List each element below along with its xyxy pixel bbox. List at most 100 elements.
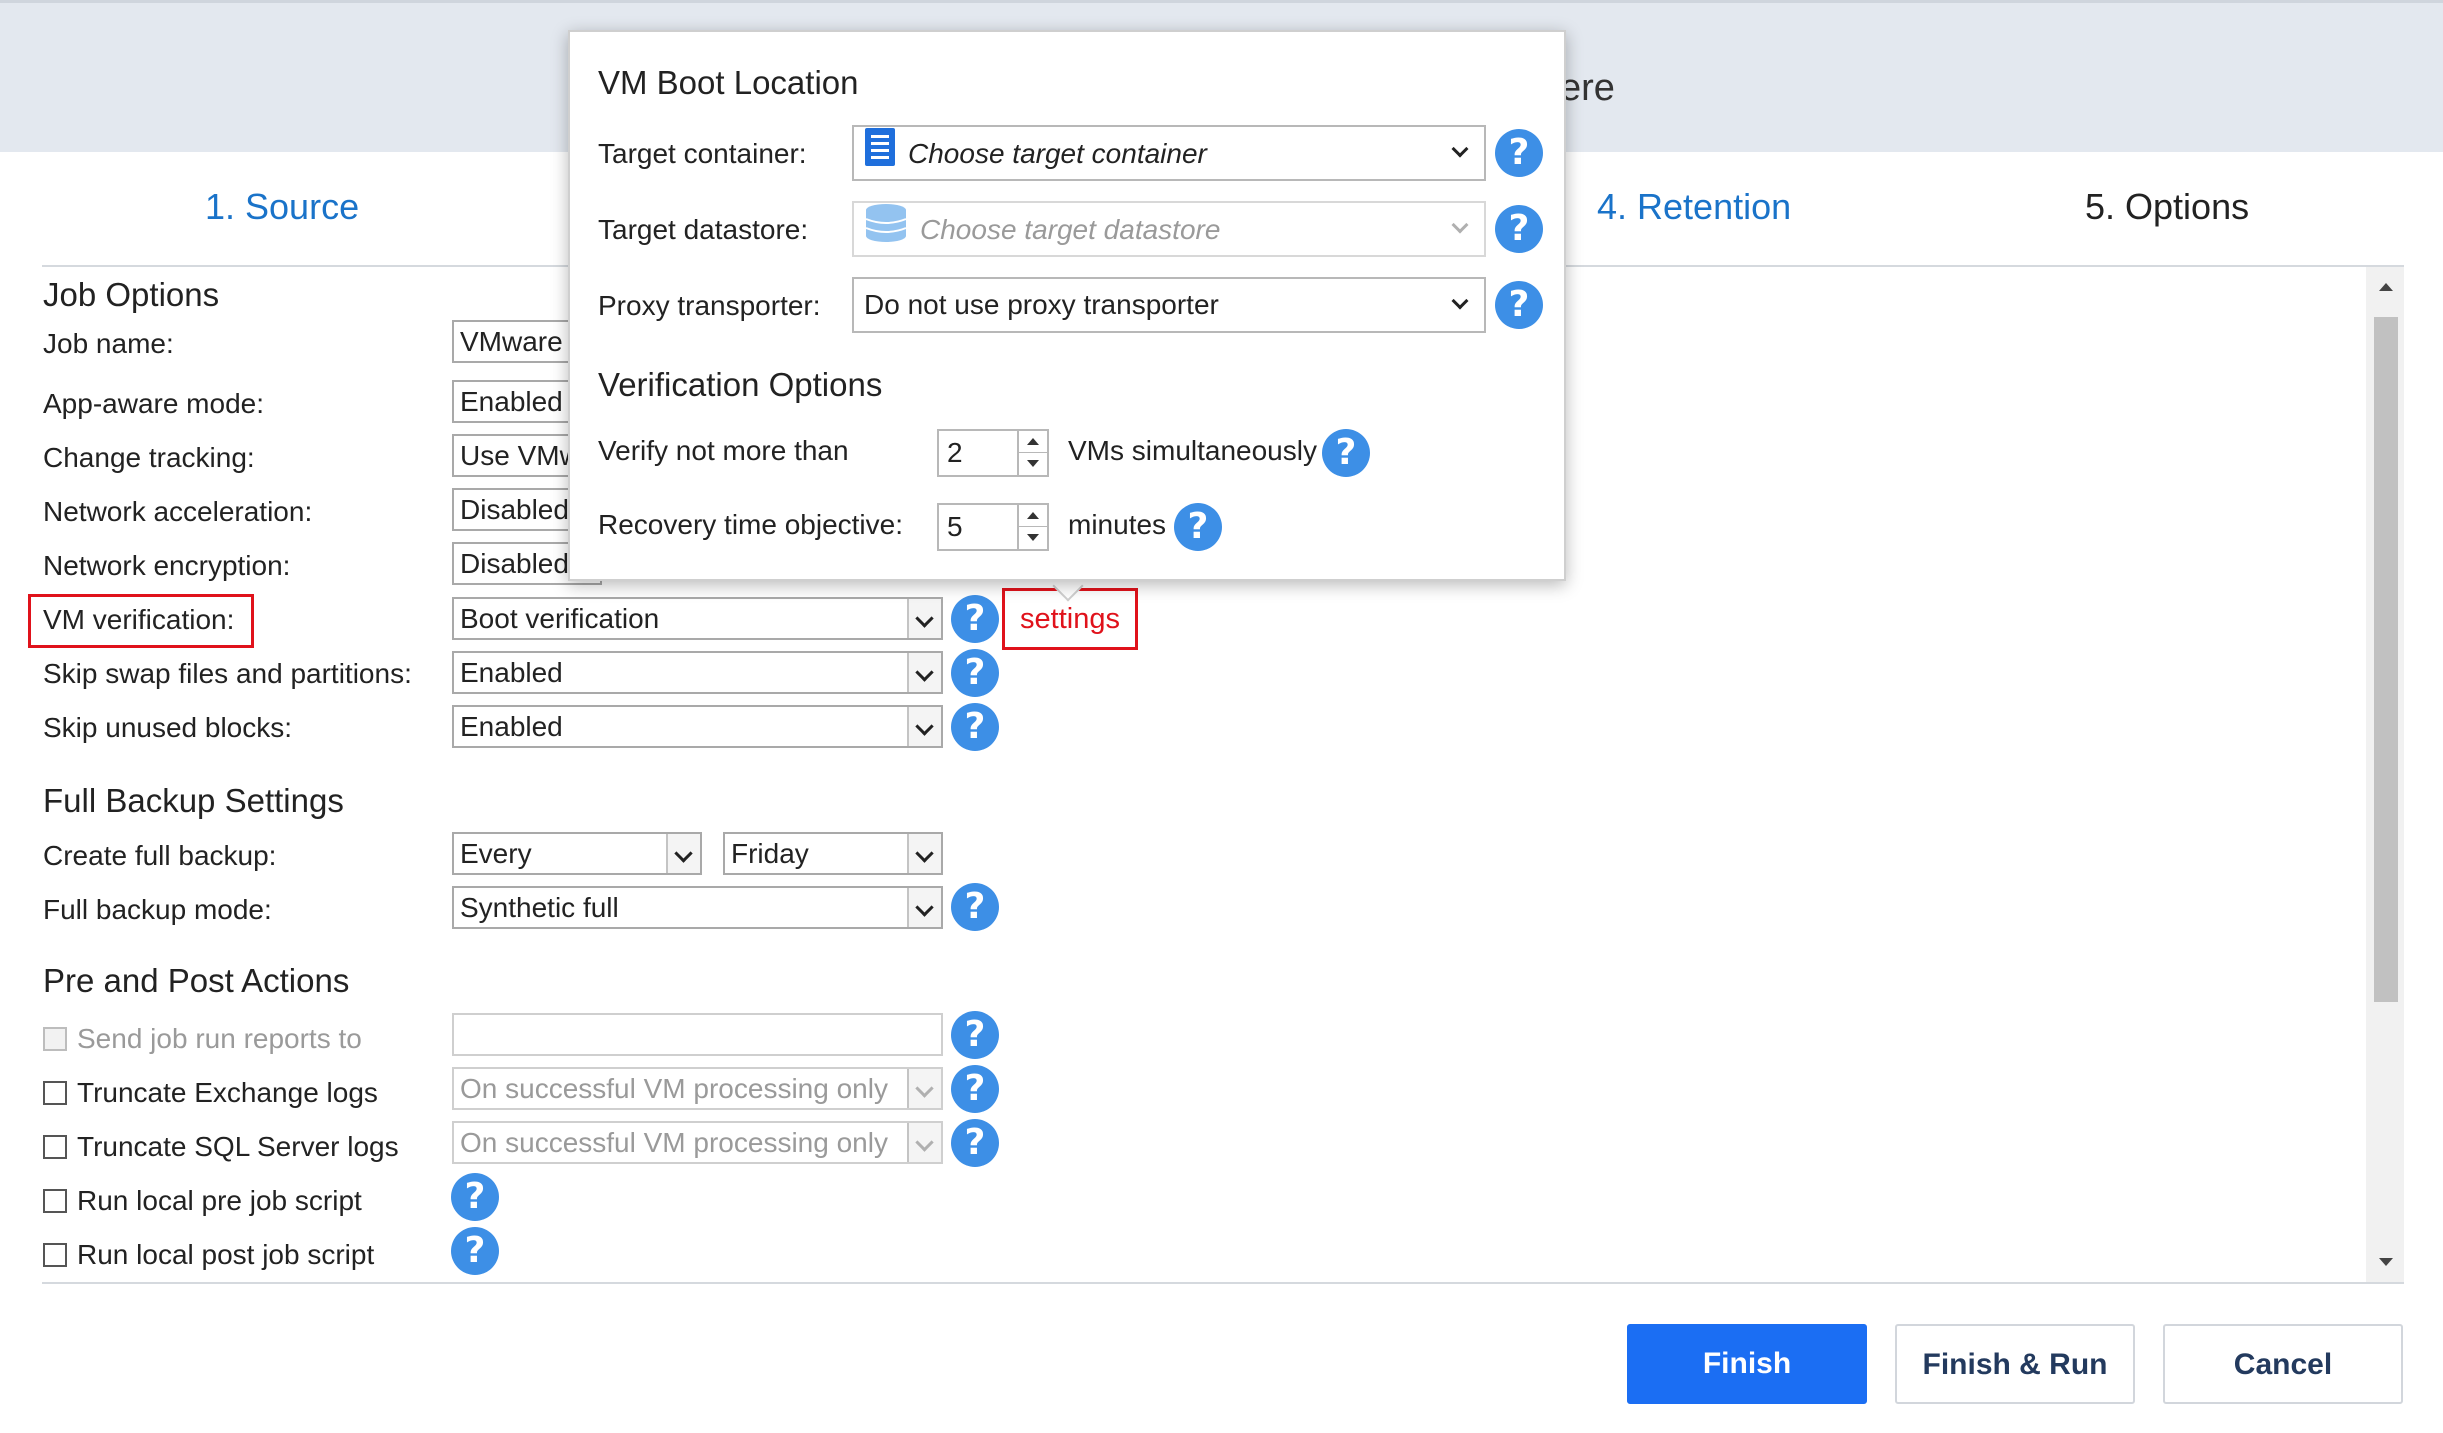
truncate-sql-label: Truncate SQL Server logs bbox=[77, 1131, 399, 1162]
full-backup-mode-select[interactable]: Synthetic full bbox=[452, 886, 943, 929]
rto-spinner[interactable]: 5 bbox=[937, 503, 1049, 551]
network-acceleration-value: Disabled bbox=[460, 494, 569, 525]
spin-up-icon[interactable] bbox=[1019, 505, 1047, 527]
post-script-label: Run local post job script bbox=[77, 1239, 375, 1270]
vm-verification-select[interactable]: Boot verification bbox=[452, 597, 943, 640]
network-acceleration-label: Network acceleration: bbox=[43, 496, 313, 527]
truncate-sql-checkbox[interactable] bbox=[43, 1135, 67, 1159]
spin-down-icon[interactable] bbox=[1019, 453, 1047, 475]
finish-button[interactable]: Finish bbox=[1627, 1324, 1867, 1404]
step-options[interactable]: 5. Options bbox=[2085, 186, 2249, 228]
verify-max-help-icon[interactable]: ? bbox=[1322, 429, 1370, 477]
scroll-down-arrow-icon[interactable] bbox=[2366, 1244, 2404, 1282]
full-backup-frequency-value: Every bbox=[460, 838, 532, 869]
target-container-select[interactable]: Choose target container bbox=[852, 125, 1486, 181]
change-tracking-value: Use VMw bbox=[460, 440, 580, 471]
full-backup-day-select[interactable]: Friday bbox=[723, 832, 943, 875]
target-datastore-help-icon[interactable]: ? bbox=[1495, 205, 1543, 253]
chevron-down-icon bbox=[907, 707, 941, 746]
full-backup-title: Full Backup Settings bbox=[43, 782, 344, 819]
job-options-title: Job Options bbox=[43, 276, 220, 313]
rto-label: Recovery time objective: bbox=[598, 509, 904, 540]
target-datastore-placeholder: Choose target datastore bbox=[920, 213, 1221, 245]
chevron-down-icon bbox=[907, 1069, 941, 1108]
container-icon bbox=[864, 127, 896, 184]
chevron-down-icon bbox=[907, 834, 941, 873]
verify-max-value: 2 bbox=[947, 437, 963, 468]
skip-swap-select[interactable]: Enabled bbox=[452, 651, 943, 694]
chevron-down-icon bbox=[907, 653, 941, 692]
spin-up-icon[interactable] bbox=[1019, 431, 1047, 453]
cancel-button[interactable]: Cancel bbox=[2163, 1324, 2403, 1404]
truncate-exchange-help-icon[interactable]: ? bbox=[951, 1065, 999, 1113]
proxy-transporter-help-icon[interactable]: ? bbox=[1495, 281, 1543, 329]
full-backup-frequency-select[interactable]: Every bbox=[452, 832, 702, 875]
target-container-help-icon[interactable]: ? bbox=[1495, 129, 1543, 177]
send-reports-help-icon[interactable]: ? bbox=[951, 1011, 999, 1059]
vertical-scrollbar[interactable] bbox=[2366, 267, 2404, 1282]
post-script-help-icon[interactable]: ? bbox=[451, 1227, 499, 1275]
truncate-exchange-checkbox[interactable] bbox=[43, 1081, 67, 1105]
job-name-value: VMware bbox=[460, 326, 563, 357]
skip-unused-select[interactable]: Enabled bbox=[452, 705, 943, 748]
verification-settings-popup: VM Boot Location Target container: Choos… bbox=[568, 30, 1566, 581]
boot-location-title: VM Boot Location bbox=[598, 64, 859, 101]
skip-swap-help-icon[interactable]: ? bbox=[951, 649, 999, 697]
target-datastore-label: Target datastore: bbox=[598, 214, 809, 245]
chevron-down-icon bbox=[1451, 292, 1469, 310]
truncate-exchange-label: Truncate Exchange logs bbox=[77, 1077, 378, 1108]
vm-verification-help-icon[interactable]: ? bbox=[951, 595, 999, 643]
vm-verification-value: Boot verification bbox=[460, 603, 660, 634]
truncate-sql-help-icon[interactable]: ? bbox=[951, 1119, 999, 1167]
verify-max-spinner[interactable]: 2 bbox=[937, 429, 1049, 477]
truncate-sql-value: On successful VM processing only bbox=[460, 1127, 888, 1158]
verification-options-title: Verification Options bbox=[598, 366, 883, 403]
pre-post-title: Pre and Post Actions bbox=[43, 962, 350, 999]
pre-script-help-icon[interactable]: ? bbox=[451, 1173, 499, 1221]
chevron-down-icon bbox=[907, 1123, 941, 1162]
vm-verification-label: VM verification: bbox=[43, 604, 235, 635]
spin-down-icon[interactable] bbox=[1019, 527, 1047, 549]
target-container-placeholder: Choose target container bbox=[908, 137, 1207, 169]
full-backup-day-value: Friday bbox=[731, 838, 809, 869]
step-retention[interactable]: 4. Retention bbox=[1597, 186, 1791, 228]
chevron-down-icon bbox=[666, 834, 700, 873]
send-reports-checkbox[interactable] bbox=[43, 1027, 67, 1051]
truncate-sql-select[interactable]: On successful VM processing only bbox=[452, 1121, 943, 1164]
pre-script-label: Run local pre job script bbox=[77, 1185, 362, 1216]
footer-divider bbox=[42, 1282, 2404, 1284]
step-source[interactable]: 1. Source bbox=[205, 186, 359, 228]
verify-max-label: Verify not more than bbox=[598, 435, 849, 466]
truncate-exchange-select[interactable]: On successful VM processing only bbox=[452, 1067, 943, 1110]
finish-and-run-button[interactable]: Finish & Run bbox=[1895, 1324, 2135, 1404]
job-name-label: Job name: bbox=[43, 328, 174, 359]
verify-max-suffix: VMs simultaneously bbox=[1068, 435, 1317, 466]
skip-unused-help-icon[interactable]: ? bbox=[951, 703, 999, 751]
scroll-up-arrow-icon[interactable] bbox=[2366, 267, 2404, 305]
rto-suffix: minutes bbox=[1068, 509, 1167, 540]
app-aware-value: Enabled bbox=[460, 386, 563, 417]
full-backup-mode-help-icon[interactable]: ? bbox=[951, 883, 999, 931]
full-backup-mode-value: Synthetic full bbox=[460, 892, 619, 923]
chevron-down-icon bbox=[907, 888, 941, 927]
skip-swap-label: Skip swap files and partitions: bbox=[43, 658, 412, 689]
skip-unused-value: Enabled bbox=[460, 711, 563, 742]
truncate-exchange-value: On successful VM processing only bbox=[460, 1073, 888, 1104]
pre-script-checkbox[interactable] bbox=[43, 1189, 67, 1213]
proxy-transporter-label: Proxy transporter: bbox=[598, 290, 821, 321]
target-container-label: Target container: bbox=[598, 138, 807, 169]
target-datastore-select[interactable]: Choose target datastore bbox=[852, 201, 1486, 257]
chevron-down-icon bbox=[1451, 216, 1469, 234]
network-encryption-label: Network encryption: bbox=[43, 550, 291, 581]
scroll-thumb[interactable] bbox=[2374, 317, 2398, 1002]
rto-help-icon[interactable]: ? bbox=[1174, 503, 1222, 551]
rto-value: 5 bbox=[947, 511, 963, 542]
chevron-down-icon bbox=[1451, 140, 1469, 158]
post-script-checkbox[interactable] bbox=[43, 1243, 67, 1267]
full-backup-mode-label: Full backup mode: bbox=[43, 894, 272, 925]
chevron-down-icon bbox=[907, 599, 941, 638]
send-reports-input[interactable] bbox=[452, 1013, 943, 1056]
skip-unused-label: Skip unused blocks: bbox=[43, 712, 293, 743]
proxy-transporter-select[interactable]: Do not use proxy transporter bbox=[852, 277, 1486, 333]
app-aware-label: App-aware mode: bbox=[43, 388, 265, 419]
